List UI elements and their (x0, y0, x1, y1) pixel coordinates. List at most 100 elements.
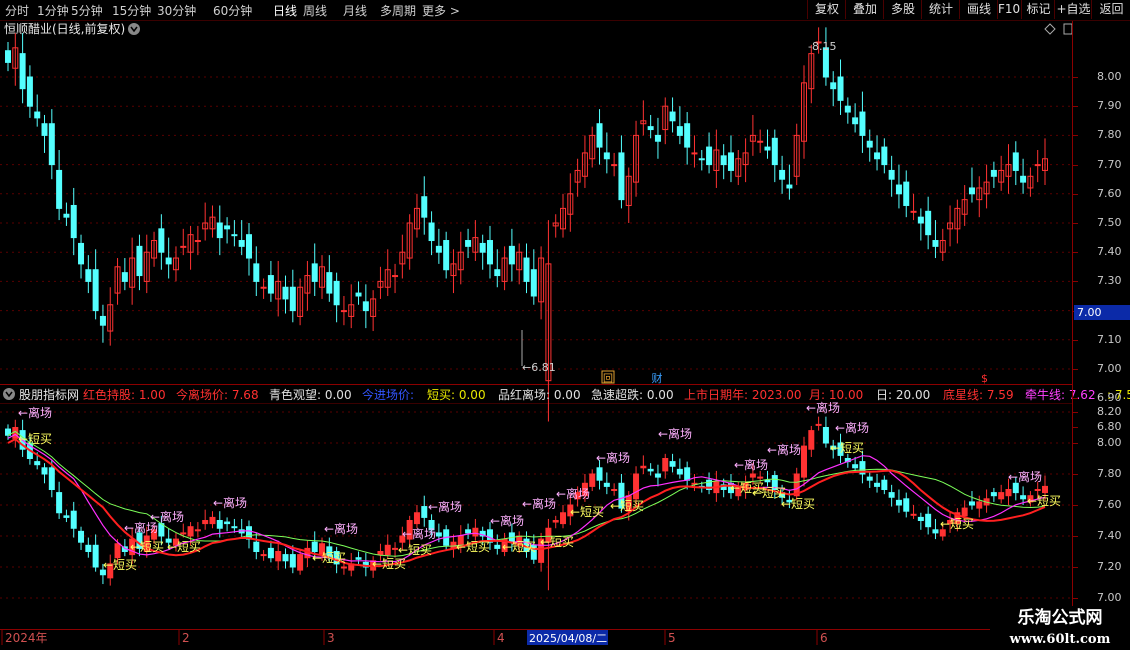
indicator-candle-body (297, 554, 304, 571)
candle-body (523, 257, 530, 282)
indicator-candle-body (114, 543, 121, 559)
price-tick-label: 7.50 (1097, 216, 1122, 229)
indicator-candle-body (465, 529, 472, 534)
indicator-candle-body (1042, 485, 1048, 494)
indicator-candle-body (654, 473, 661, 478)
leave-signal-0: ←离场 (18, 405, 52, 420)
price-tick-label: 7.10 (1097, 332, 1122, 346)
low-price-marker: ←6.81 (522, 361, 556, 374)
indicator-candle-body (808, 430, 815, 450)
candle-body (1020, 175, 1027, 183)
candle-body (691, 152, 698, 155)
indicator-candle-body (202, 520, 209, 525)
diamond-icon[interactable] (1044, 23, 1056, 35)
buy-signal-0: ←短买 (18, 432, 52, 446)
indicator-candle-body (421, 506, 428, 518)
indicator-candle-body (216, 520, 223, 529)
buy-signal-7: ←短买 (456, 540, 490, 554)
candle-body (48, 123, 55, 166)
candle-body (326, 272, 333, 294)
indicator-candle-body (976, 501, 983, 509)
candle-body (70, 204, 77, 239)
buy-signal-9: ←短买 (540, 535, 574, 549)
candle-body (757, 140, 764, 143)
indicator-candle-body (676, 468, 683, 475)
buy-signal-2: ←短买 (130, 540, 164, 554)
candle-body (727, 152, 734, 171)
candle-body (720, 155, 727, 166)
leave-signal-4: ←离场 (324, 521, 358, 536)
indicator-candle-body (815, 423, 822, 426)
indicator-candle-body (224, 521, 231, 525)
axis-tick (1073, 398, 1078, 400)
date-label-0: 2024年 (5, 631, 48, 645)
candle-body (63, 213, 70, 218)
review-icon: 回 (603, 373, 613, 385)
candle-body (85, 269, 92, 282)
axis-tick (1073, 281, 1078, 283)
candle-body (443, 240, 450, 271)
price-axis: 8.00 7.90 7.80 7.70 7.60 7.50 7.40 7.30 7.20 7.10… (1072, 21, 1130, 631)
indicator-candle-body (640, 465, 647, 469)
candle-body (231, 234, 238, 237)
buy-signal-15: ←短买 (830, 441, 864, 455)
axis-tick (1073, 412, 1078, 413)
date-label-1: 2 (182, 631, 190, 645)
leave-signal-12: ←离场 (734, 457, 768, 472)
leave-signal-8: ←离场 (522, 496, 556, 511)
indicator-candle-body (910, 513, 917, 516)
buy-signal-11: ←短买 (610, 499, 644, 513)
leave-signal-13: ←离场 (767, 442, 801, 457)
chart-area: 恒顺醋业(日线,前复权)-8.15←6.81回财 $股朋指标网 红色持股: 1.00… (0, 21, 1130, 645)
candle-body (786, 184, 793, 189)
candle-body (895, 184, 902, 195)
buy-signal-6: ←短买 (398, 543, 432, 557)
indicator-candle-body (413, 512, 420, 525)
indicator-candle-body (589, 473, 596, 487)
candle-body (611, 164, 618, 167)
indicator-candle-body (596, 467, 603, 481)
candle-body (837, 76, 844, 101)
indicator-candle-body (917, 516, 924, 522)
buy-signal-4: ←短买 (312, 551, 346, 565)
candle-body (771, 137, 778, 166)
buy-signal-5: ←短买 (372, 557, 406, 571)
candle-body (180, 245, 187, 248)
axis-tick (1073, 106, 1078, 108)
date-label-4: 5 (668, 631, 676, 645)
axis-tick (1073, 193, 1078, 195)
indicator-name: 股朋指标网 (19, 387, 79, 402)
panel-icon[interactable] (1063, 23, 1073, 35)
buy-signal-1: ←短买 (103, 558, 137, 572)
price-tick-label: 7.80 (1097, 128, 1122, 142)
indicator-candle-body (998, 492, 1005, 500)
candle-body (779, 169, 786, 180)
leave-signal-7: ←离场 (490, 513, 524, 528)
date-label-3: 4 (497, 631, 505, 645)
indicator-candle-body (881, 479, 888, 491)
indicator-candle-body (1020, 495, 1027, 500)
indicator-candle-body (895, 499, 902, 506)
chevron-down-icon[interactable] (128, 23, 140, 35)
candle-body (698, 158, 705, 161)
buy-signal-16: ←短买 (940, 517, 974, 531)
candle-body (355, 292, 362, 297)
candle-body (603, 152, 610, 160)
buy-signal-17: ←短买 (1027, 494, 1061, 508)
indicator-candle-body (260, 554, 267, 557)
candle-body (428, 222, 435, 242)
axis-tick (1073, 443, 1078, 444)
buy-signal-14: ←短买 (781, 497, 815, 511)
current-price-tag: 7.00 (1074, 305, 1130, 320)
candle-body (260, 286, 267, 289)
watermark-url: www.60lt.com (990, 630, 1130, 650)
candle-body (253, 263, 260, 282)
indicator-candle-body (231, 526, 238, 529)
candle-body (654, 134, 661, 142)
indicator-candle-body (253, 541, 260, 553)
indicator-price-tick-label: 7.80 (1097, 467, 1122, 480)
indicator-candle-body (662, 458, 669, 472)
chevron-down-icon[interactable] (3, 388, 15, 400)
indicator-candle-body (852, 464, 859, 469)
indicator-field-9: 日: 20.00 (876, 388, 930, 402)
